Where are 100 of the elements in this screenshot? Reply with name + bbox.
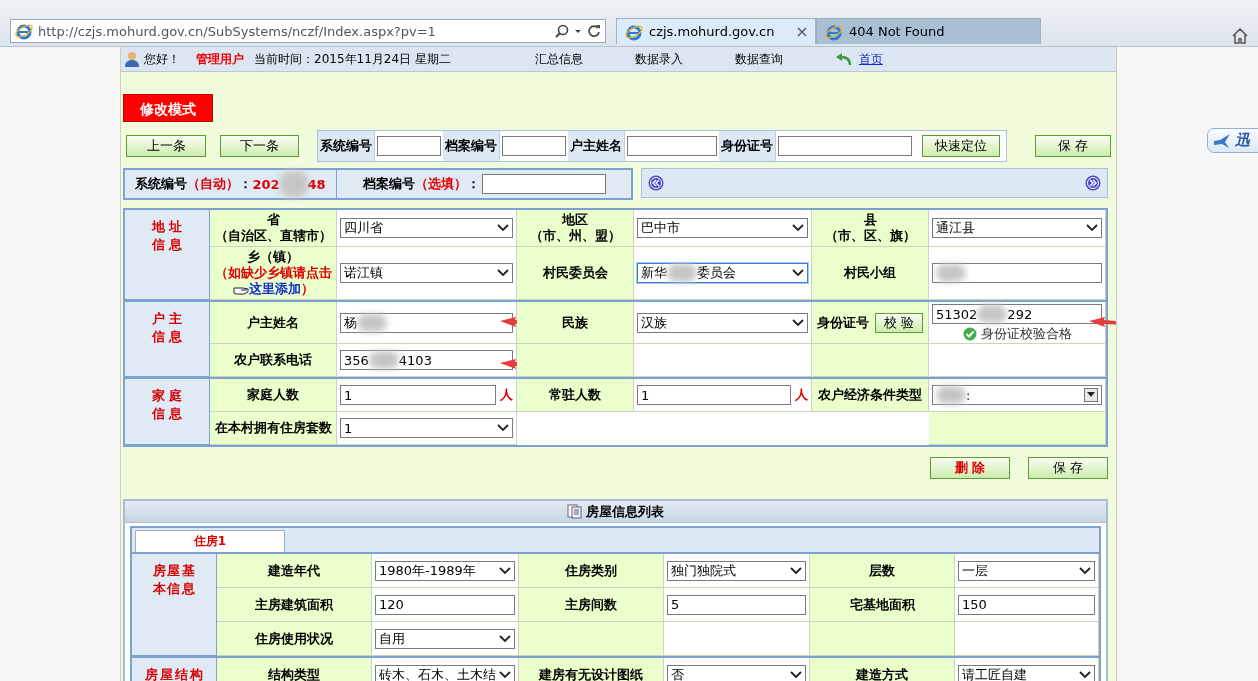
field-label: 乡（镇）: [247, 249, 299, 265]
section-title: 房屋结构: [144, 666, 206, 681]
chevron-icon: [790, 566, 802, 575]
text-field[interactable]: 120: [375, 594, 515, 615]
home-icon[interactable]: [1232, 28, 1248, 44]
search-label: 系统编号: [318, 131, 375, 161]
browser-tab[interactable]: czjs.mohurd.gov.cn: [616, 18, 816, 44]
archive-number-label: 档案编号（选填）：: [362, 175, 480, 193]
dropdown-field[interactable]: 1980年-1989年: [375, 560, 515, 581]
field-label: 宅基地面积: [849, 596, 915, 613]
mode-badge: 修改模式: [123, 94, 213, 122]
chevron-icon: [497, 424, 509, 432]
field-label: 省: [266, 212, 280, 228]
save-button[interactable]: 保 存: [1028, 457, 1108, 479]
text-field[interactable]: 150: [958, 594, 1095, 615]
text-field[interactable]: 356 4103: [340, 350, 513, 370]
text-field[interactable]: 5: [667, 594, 806, 615]
chevron-icon: [497, 224, 509, 232]
home-link[interactable]: 首页: [858, 50, 883, 68]
dropdown-field[interactable]: 独门独院式: [667, 560, 806, 581]
verify-status: 身份证校验合格: [962, 326, 1072, 341]
browser-tab[interactable]: 404 Not Found: [816, 18, 1041, 44]
chevron-icon: [499, 566, 511, 575]
archive-number-field[interactable]: [481, 174, 606, 194]
chevron-icon: [1086, 224, 1098, 232]
dropdown-field[interactable]: 汉族: [637, 312, 808, 333]
back-arrow-icon: [834, 52, 853, 66]
text-field[interactable]: 51302 292: [932, 304, 1102, 324]
field-label: 户主姓名: [247, 314, 299, 331]
download-tool-button[interactable]: 迅: [1207, 128, 1258, 153]
dropdown-field[interactable]: :: [932, 385, 1102, 405]
refresh-icon[interactable]: [587, 24, 601, 38]
field-label: 农户经济条件类型: [818, 387, 922, 403]
current-time: 当前时间：2015年11月24日 星期二: [254, 50, 451, 68]
field-label: 住房使用状况: [255, 630, 333, 647]
system-number: 系统编号（自动）：202 48: [135, 171, 326, 197]
chevron-icon: [792, 269, 804, 277]
save-button[interactable]: 保 存: [1034, 135, 1111, 157]
field-label: 县: [863, 212, 877, 228]
double-right-icon[interactable]: [1085, 175, 1101, 191]
field-label: 家庭人数: [247, 387, 299, 403]
chevron-icon: [1079, 566, 1091, 575]
field-label: 地区: [562, 212, 588, 228]
field-label-detail: （自治区、直辖市）: [214, 228, 332, 244]
field-label: 农户联系电话: [234, 352, 312, 368]
nav-link[interactable]: 数据查询: [734, 50, 783, 68]
search-field[interactable]: [778, 136, 912, 156]
previous-button[interactable]: 上一条: [126, 135, 206, 157]
field-label: 建造方式: [856, 666, 908, 681]
nav-link[interactable]: 汇总信息: [534, 50, 583, 68]
field-label: 结构类型: [268, 666, 320, 681]
text-field[interactable]: [932, 263, 1102, 283]
dropdown-field[interactable]: 1: [340, 418, 513, 438]
double-left-icon[interactable]: [648, 175, 664, 191]
field-label: 住房类别: [565, 562, 617, 579]
close-icon[interactable]: [797, 26, 807, 37]
dropdown-field[interactable]: 砖木、石木、土木结: [375, 664, 515, 681]
dropdown-field[interactable]: 请工匠自建: [958, 664, 1095, 681]
dropdown-field[interactable]: 一层: [958, 560, 1095, 581]
search-field[interactable]: [627, 136, 717, 156]
dropdown-field[interactable]: 否: [667, 664, 806, 681]
document-icon: [567, 504, 582, 519]
search-label: 户主姓名: [568, 131, 625, 161]
dropdown-field[interactable]: 诺江镇: [340, 263, 513, 283]
search-field[interactable]: [502, 136, 566, 156]
ie-icon: [15, 22, 33, 40]
dropdown-field[interactable]: 自用: [375, 628, 515, 649]
text-field[interactable]: 杨: [340, 312, 513, 333]
chevron-icon: [497, 269, 509, 277]
field-label: 民族: [562, 314, 588, 331]
check-icon: [962, 326, 977, 341]
field-label-detail: （市、区、旗）: [824, 228, 916, 244]
nav-link[interactable]: 数据录入: [634, 50, 683, 68]
dropdown-field[interactable]: 巴中市: [637, 218, 808, 238]
house-tab[interactable]: 住房1: [135, 530, 285, 552]
text-field[interactable]: 1: [340, 385, 496, 405]
search-icon[interactable]: [555, 24, 569, 38]
field-label: 主房间数: [565, 596, 617, 613]
section-title: 家庭信息: [152, 387, 186, 423]
delete-button[interactable]: 删 除: [930, 457, 1010, 479]
search-field[interactable]: [377, 136, 441, 156]
verify-button[interactable]: 校 验: [874, 312, 924, 333]
dropdown-field[interactable]: 通江县: [932, 218, 1102, 238]
caret-icon: [1087, 392, 1095, 398]
address-bar[interactable]: http://czjs.mohurd.gov.cn/SubSystems/nczf/Index.aspx?pv=1: [10, 19, 606, 43]
field-label-detail: （市、州、盟）: [529, 228, 621, 244]
text-field[interactable]: 1: [637, 385, 791, 405]
next-button[interactable]: 下一条: [220, 135, 299, 157]
greeting: 您好！: [144, 50, 180, 68]
section-title: 户主信息: [152, 310, 186, 346]
chevron-icon: [792, 318, 804, 327]
add-town-link[interactable]: 这里添加: [232, 281, 301, 296]
locate-button[interactable]: 快速定位: [922, 135, 1000, 157]
section-title: 地址信息: [152, 218, 186, 254]
field-label: 在本村拥有住房套数: [214, 420, 332, 436]
dropdown-field[interactable]: 四川省: [340, 218, 513, 238]
dropdown-field[interactable]: 新华 委员会: [637, 263, 808, 283]
chevron-icon: [792, 224, 804, 232]
missing-town-note: （如缺少乡镇请点击 这里添加）: [213, 265, 333, 297]
chevron-icon: [790, 670, 802, 679]
